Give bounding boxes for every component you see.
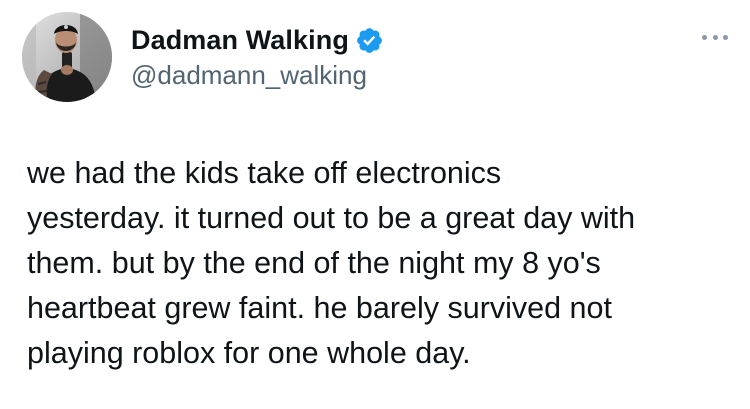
- more-options-icon[interactable]: [702, 30, 728, 44]
- author-avatar[interactable]: [22, 12, 112, 102]
- verified-badge-icon: [355, 26, 384, 55]
- tweet-text-line: yesterday. it turned out to be a great d…: [27, 201, 636, 235]
- author-handle[interactable]: @dadmann_walking: [131, 60, 367, 91]
- more-dot: [723, 34, 728, 40]
- avatar-photo-icon: [22, 12, 112, 102]
- tweet-text-line: heartbeat grew faint. he barely survived…: [27, 291, 612, 325]
- tweet-text-line: we had the kids take off electronics: [27, 156, 502, 190]
- tweet-text-line: playing roblox for one whole day.: [27, 336, 471, 370]
- author-name-row: Dadman Walking: [131, 23, 384, 57]
- more-dot: [702, 34, 707, 40]
- author-display-name[interactable]: Dadman Walking: [131, 25, 349, 56]
- tweet-card: Dadman Walking @dadmann_walking we had t…: [0, 0, 750, 409]
- tweet-text: we had the kids take off electronics yes…: [27, 151, 727, 376]
- tweet-text-line: them. but by the end of the night my 8 y…: [27, 246, 601, 280]
- more-dot: [712, 34, 718, 40]
